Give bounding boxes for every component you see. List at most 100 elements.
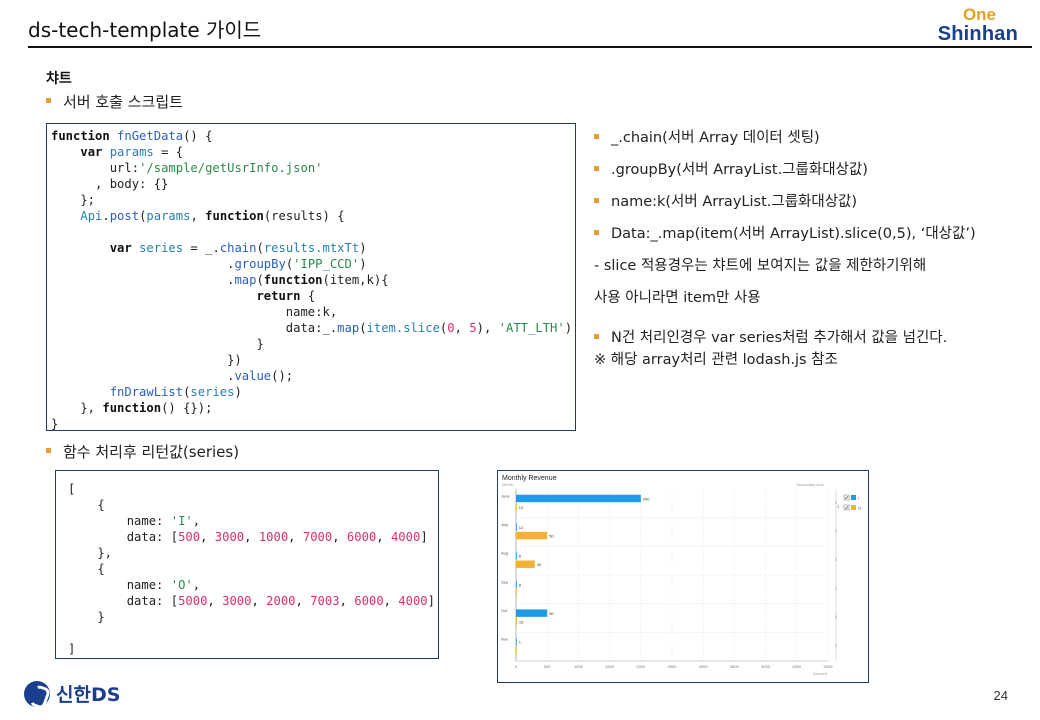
legend-swatch	[851, 495, 856, 500]
monthly-revenue-chart: Monthly RevenueMonth Secondary Axis 0 500 10…	[501, 475, 861, 676]
category-label: June	[501, 493, 510, 498]
secondary-tick-label: 1	[835, 585, 838, 590]
code-line: })	[51, 352, 575, 368]
chart-title: Monthly Revenue	[502, 475, 557, 482]
note-text: 사용 아니라면 item만 사용	[594, 290, 761, 306]
chart-panel: Monthly Revenue Month Secondary Axis 0 500 10…	[497, 470, 869, 683]
code-line: url:'/sample/getUsrInfo.json'	[51, 160, 575, 176]
code-line: return {	[51, 288, 575, 304]
shinhan-logo: One Shinhan	[938, 5, 1018, 45]
shinhan-emblem-icon	[24, 680, 50, 707]
code-token: var	[109, 241, 140, 255]
code-token: item.slice	[366, 321, 440, 335]
code-token: var	[80, 145, 110, 159]
code-token: ,	[192, 578, 201, 592]
bar-o-july	[516, 531, 548, 540]
code-line: Api.post(params, function(results) {	[51, 208, 575, 224]
code-token: .	[51, 257, 235, 271]
code-line: var params = {	[51, 144, 575, 160]
code-token: name:	[68, 578, 171, 592]
bar-o-oct	[516, 617, 517, 626]
code-token: = {	[153, 145, 184, 159]
code-token: '/sample/getUsrInfo.json'	[139, 161, 323, 175]
secondary-tick-label: 1	[835, 528, 838, 533]
code-token: (	[256, 273, 264, 287]
code-line: };	[51, 192, 575, 208]
code-token: ]	[420, 530, 428, 544]
code-token: fnGetData	[117, 129, 184, 143]
code-token: 4000	[390, 530, 421, 544]
bar-data-label: 1	[519, 640, 522, 645]
x-axis-label: Amount	[813, 671, 828, 676]
logo-one-text: One	[962, 5, 996, 24]
x-tick-label: 0	[515, 664, 518, 669]
code-token: function	[205, 209, 264, 223]
code-token: 0	[447, 321, 455, 335]
code-token: value	[234, 369, 272, 383]
code-token: (	[359, 321, 367, 335]
bar-data-label: 12	[519, 525, 524, 530]
bar-i-sep	[516, 580, 517, 589]
note-text: .groupBy(서버 ArrayList.그룹화대상값)	[611, 162, 868, 178]
x-tick-label: 4000	[761, 664, 771, 669]
code-token: ),	[476, 321, 499, 335]
code-token: 3000	[222, 594, 252, 608]
x-tick-label: 3500	[730, 664, 740, 669]
code-line: fnDrawList(series)	[51, 384, 575, 400]
code-token: 6000	[346, 530, 377, 544]
footer-logo: 신한DS	[24, 680, 120, 707]
legend-checkbox-icon	[843, 494, 850, 501]
code-token: 5	[469, 321, 477, 335]
note-text: name:k(서버 ArrayList.그룹화대상값)	[611, 194, 858, 210]
category-label: Oct	[501, 608, 508, 613]
x-tick-label: 3000	[699, 664, 709, 669]
code-token: }	[51, 337, 264, 351]
code-line: data:_.map(item.slice(0, 5), 'ATT_LTH')	[51, 320, 575, 336]
code-token: }	[68, 610, 105, 624]
code-token: params	[109, 145, 154, 159]
result-code-line: {	[68, 497, 438, 513]
code-token: series	[139, 241, 184, 255]
chart-subtitle: Month	[502, 482, 513, 487]
code-token: {	[300, 289, 316, 303]
code-token: [	[68, 482, 76, 496]
legend-header: 1	[837, 504, 840, 509]
bullet-square-icon	[46, 448, 51, 453]
legend-label: O	[858, 506, 861, 511]
code-token: 4000	[398, 594, 428, 608]
note-text: N건 처리인경우 var series처럼 추가해서 값을 넘긴다.	[611, 330, 948, 346]
code-token: params	[146, 209, 191, 223]
bar-i-july	[516, 523, 517, 531]
code-token: 7003	[310, 594, 340, 608]
secondary-axis-label: Secondary Axis	[796, 482, 824, 487]
code-token: ,	[332, 530, 347, 544]
code-token: .	[51, 273, 235, 287]
code-token: url:	[51, 161, 140, 175]
code-token: function	[263, 273, 323, 287]
note-text: _.chain(서버 Array 데이터 셋팅)	[611, 130, 820, 146]
code-token: 5000	[178, 594, 208, 608]
code-token: 6000	[354, 594, 384, 608]
code-token: ,	[339, 594, 355, 608]
code-token: chain	[219, 241, 257, 255]
code-token: Api	[80, 209, 103, 223]
code-line: }, function() {});	[51, 400, 575, 416]
code-token: (item,k){	[322, 273, 389, 287]
code-line: name:k,	[51, 304, 575, 320]
bar-o-nov	[516, 646, 517, 654]
result-code-line: [	[68, 481, 438, 497]
result-code-line: name: 'O',	[68, 577, 438, 593]
bullet-square-icon	[46, 98, 51, 103]
bullet-server-script-label: 서버 호출 스크립트	[63, 93, 183, 111]
bar-o-june	[516, 503, 517, 511]
code-token: },	[51, 401, 103, 415]
code-token: function	[102, 401, 162, 415]
category-label: Nov	[501, 637, 508, 642]
code-line: , body: {}	[51, 176, 575, 192]
code-token: ,	[200, 530, 215, 544]
code-token: name:k,	[51, 305, 338, 319]
